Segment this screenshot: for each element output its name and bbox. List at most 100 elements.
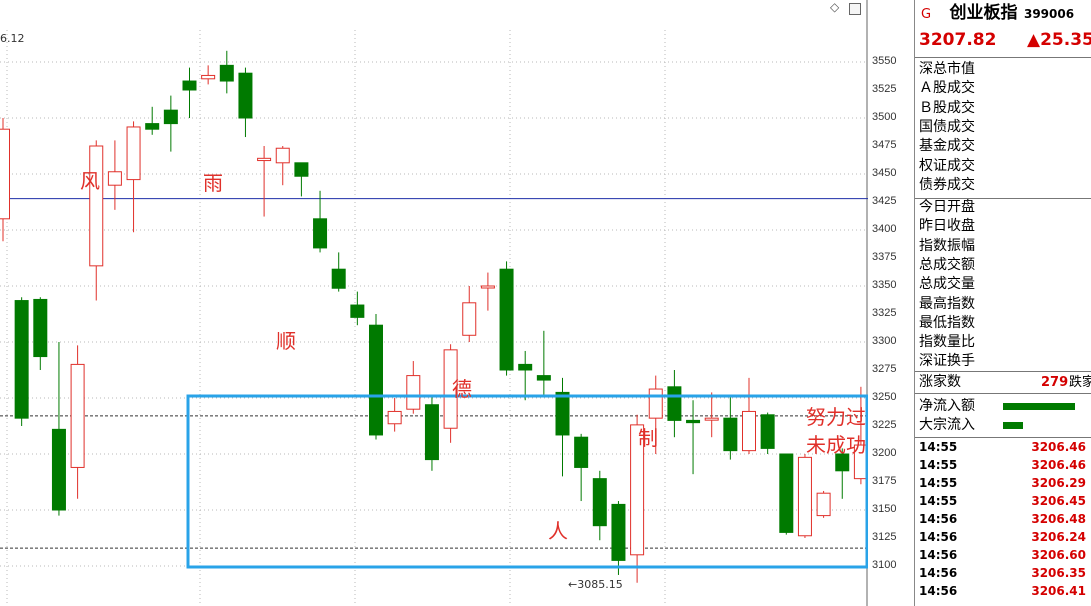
tick-price: 3206.46 — [1031, 440, 1086, 454]
candle-body — [462, 302, 477, 336]
index-header[interactable]: G 创业板指 399006 — [921, 2, 1074, 24]
index-change: ▲25.35 — [1027, 30, 1091, 50]
candle-body — [51, 428, 66, 511]
price-axis: 3100 3125 3150 3175 3200 3225 3250 3275 3300 3325… — [868, 0, 914, 606]
price-axis-label: 3275 — [872, 363, 897, 375]
price-axis-label: 3400 — [872, 223, 897, 235]
candle-body — [611, 503, 626, 561]
candle — [0, 118, 10, 242]
candle-body — [107, 171, 122, 186]
stat-row: 总成交额 — [919, 256, 975, 273]
block-inflow-bar — [1003, 422, 1023, 429]
candle — [313, 190, 328, 253]
tick-row: 14:56 3206.35 — [919, 564, 1091, 582]
divider — [915, 393, 1091, 394]
price-axis-label: 3125 — [872, 531, 897, 543]
candle — [424, 395, 439, 471]
stat-row: 最低指数 — [919, 314, 975, 331]
stat-row: Ｂ股成交 — [919, 99, 975, 116]
price-axis-label: 3350 — [872, 279, 897, 291]
candle-body — [369, 324, 383, 436]
tick-time: 14:56 — [919, 566, 958, 580]
candle — [331, 252, 346, 292]
candle-body — [275, 147, 290, 164]
diamond-icon[interactable]: ◇ — [830, 1, 840, 13]
candle — [499, 261, 514, 376]
candle — [145, 106, 160, 135]
price-axis-label: 3550 — [872, 55, 897, 67]
candle-body — [33, 298, 48, 358]
candle-body — [816, 492, 831, 517]
index-code: 399006 — [1023, 7, 1075, 21]
candle-body — [723, 417, 738, 452]
candle — [201, 65, 216, 85]
tick-price: 3206.60 — [1031, 548, 1086, 562]
candle — [686, 400, 701, 475]
rise-label: 涨家数 — [919, 374, 961, 390]
annotation-zhi: 制 — [638, 426, 658, 450]
candle — [163, 95, 178, 152]
candle — [406, 361, 421, 414]
tick-time: 14:55 — [919, 440, 958, 454]
candle — [480, 272, 495, 311]
candle-body — [238, 72, 253, 119]
candle-body — [574, 436, 589, 468]
tick-time: 14:56 — [919, 512, 958, 526]
candle-body — [499, 268, 514, 371]
price-axis-label: 3200 — [872, 447, 897, 459]
low-price-marker: ←3085.15 — [568, 578, 623, 591]
divider — [915, 198, 1091, 199]
candle-body — [126, 126, 141, 181]
stat-row: 指数振幅 — [919, 237, 975, 254]
tick-time: 14:55 — [919, 458, 958, 472]
candle-body — [536, 375, 551, 381]
price-axis-label: 3100 — [872, 559, 897, 571]
candlestick-chart[interactable]: 6.12 ←3085.15 — [0, 0, 868, 606]
block-inflow-row: 大宗流入 — [919, 416, 1091, 435]
candle-body — [667, 386, 682, 421]
candle — [555, 377, 570, 477]
annotation-nuli: 努力过 — [806, 405, 866, 429]
stat-row: 最高指数 — [919, 295, 975, 312]
chart-grid — [0, 0, 868, 606]
candle-body — [592, 478, 607, 527]
candle-body — [89, 145, 104, 267]
price-axis-label: 3375 — [872, 251, 897, 263]
stat-row: Ａ股成交 — [919, 80, 975, 97]
candle — [704, 392, 719, 438]
candle — [89, 140, 104, 301]
candle — [667, 370, 682, 438]
low-price-value: 3085.15 — [577, 578, 623, 591]
candle — [536, 330, 551, 396]
candle-body — [742, 410, 756, 452]
net-inflow-label: 净流入额 — [919, 398, 975, 414]
stat-row: 指数量比 — [919, 334, 975, 351]
candle — [574, 433, 589, 502]
stat-row: 深证换手 — [919, 353, 975, 370]
tick-price: 3206.45 — [1031, 494, 1086, 508]
annotation-ren: 人 — [548, 519, 568, 543]
tick-price: 3206.29 — [1031, 476, 1086, 490]
price-axis-label: 3150 — [872, 503, 897, 515]
tick-row: 14:55 3206.29 — [919, 474, 1091, 492]
candle-body — [163, 109, 178, 125]
candle-body — [70, 363, 85, 468]
price-axis-label: 3175 — [872, 475, 897, 487]
candle — [350, 291, 365, 326]
candle-body — [313, 218, 328, 249]
candle — [387, 398, 402, 432]
divider — [915, 371, 1091, 372]
candle-body — [518, 363, 533, 371]
candle — [70, 345, 85, 499]
window-restore-icon[interactable] — [849, 3, 861, 15]
price-axis-label: 3525 — [872, 83, 897, 95]
price-axis-label: 3325 — [872, 307, 897, 319]
stat-row: 债券成交 — [919, 176, 975, 193]
candle-body — [14, 300, 29, 419]
tick-price: 3206.46 — [1031, 458, 1086, 472]
candle-body — [257, 157, 272, 162]
candle — [742, 377, 756, 454]
candles — [0, 50, 868, 583]
tick-row: 14:55 3206.46 — [919, 438, 1091, 456]
fall-label: 跌家 — [1069, 375, 1091, 390]
